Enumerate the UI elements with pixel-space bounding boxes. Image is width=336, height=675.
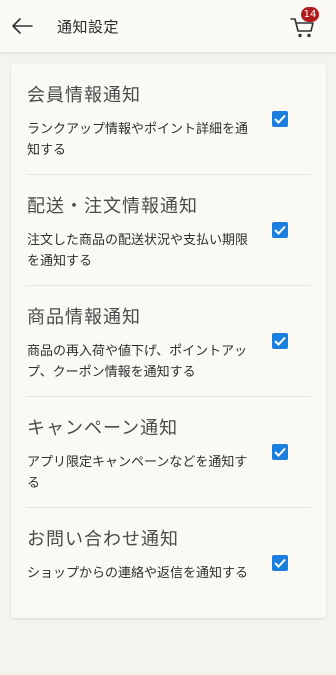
setting-description: ショップからの連絡や返信を通知する: [27, 566, 249, 581]
app-header: 通知設定 14: [0, 0, 336, 53]
setting-description: 注文した商品の配送状況や支払い期限を通知する: [27, 233, 249, 269]
arrow-left-icon: [12, 18, 33, 34]
setting-title: お問い合わせ通知: [27, 529, 179, 550]
setting-description: アプリ限定キャンペーンなどを通知する: [27, 455, 248, 491]
member-notification-checkbox[interactable]: [272, 111, 288, 127]
setting-item-member: 会員情報通知 ランクアップ情報やポイント詳細を通知する: [11, 64, 326, 175]
back-button[interactable]: [9, 13, 35, 39]
setting-description: 商品の再入荷や値下げ、ポイントアップ、クーポン情報を通知する: [27, 344, 248, 380]
setting-item-product: 商品情報通知 商品の再入荷や値下げ、ポイントアップ、クーポン情報を通知する: [11, 286, 326, 397]
checkmark-icon: [274, 336, 286, 346]
inquiry-notification-checkbox[interactable]: [272, 555, 288, 571]
checkmark-icon: [274, 225, 286, 235]
cart-count-badge: 14: [301, 7, 319, 22]
setting-title: 商品情報通知: [27, 307, 141, 328]
setting-title: 配送・注文情報通知: [27, 196, 198, 217]
checkmark-icon: [274, 114, 286, 124]
setting-description: ランクアップ情報やポイント詳細を通知する: [27, 122, 249, 158]
product-notification-checkbox[interactable]: [272, 333, 288, 349]
shipping-order-notification-checkbox[interactable]: [272, 222, 288, 238]
setting-item-inquiry: お問い合わせ通知 ショップからの連絡や返信を通知する: [11, 508, 326, 619]
settings-card: 会員情報通知 ランクアップ情報やポイント詳細を通知する 配送・注文情報通知 注文…: [11, 64, 326, 618]
campaign-notification-checkbox[interactable]: [272, 444, 288, 460]
checkmark-icon: [274, 447, 286, 457]
setting-item-campaign: キャンペーン通知 アプリ限定キャンペーンなどを通知する: [11, 397, 326, 508]
setting-title: 会員情報通知: [27, 85, 141, 106]
page-title: 通知設定: [57, 18, 120, 36]
checkmark-icon: [274, 558, 286, 568]
setting-title: キャンペーン通知: [27, 418, 179, 439]
setting-item-shipping-order: 配送・注文情報通知 注文した商品の配送状況や支払い期限を通知する: [11, 175, 326, 286]
